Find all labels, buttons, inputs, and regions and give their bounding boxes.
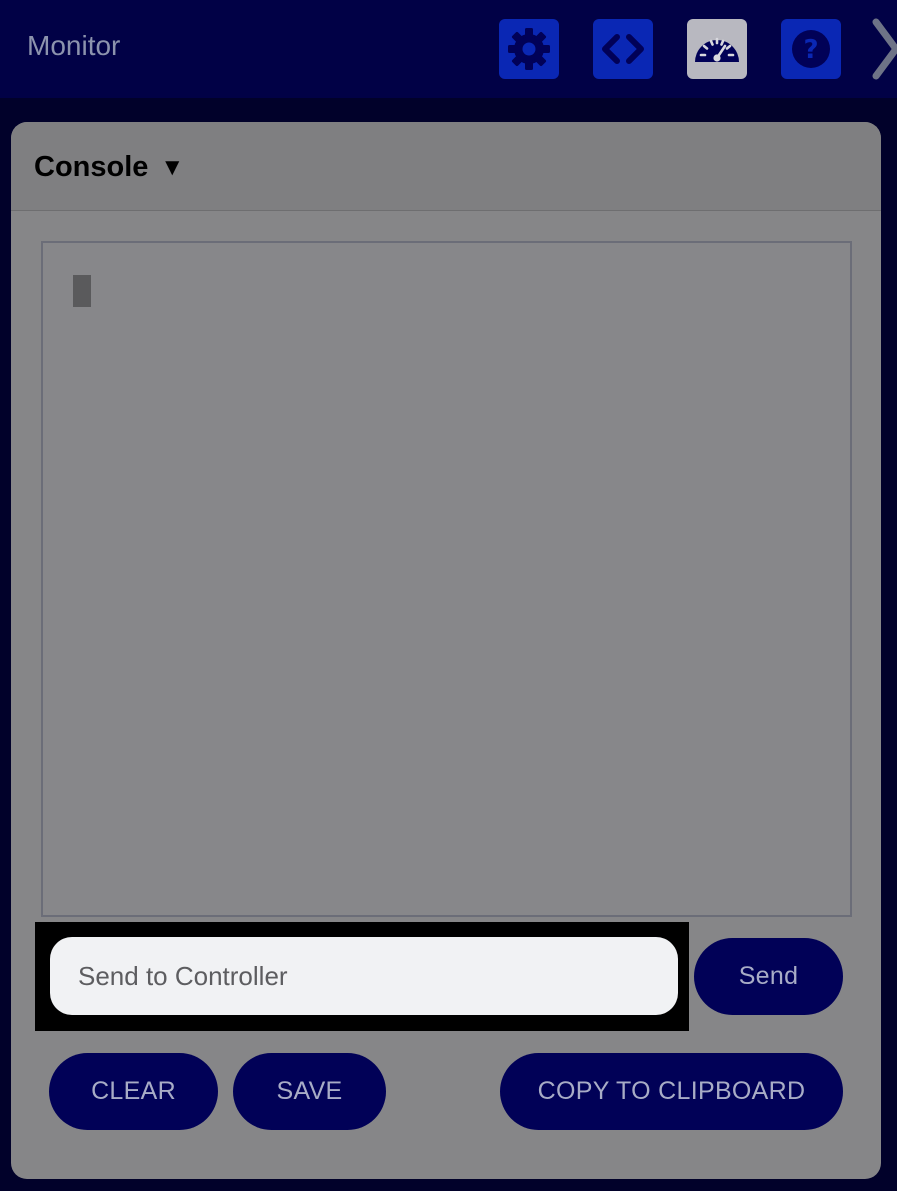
clear-button[interactable]: CLEAR	[49, 1053, 218, 1130]
panel-title: Console	[34, 151, 149, 183]
code-icon	[602, 34, 644, 64]
speedometer-icon	[695, 37, 739, 62]
save-button[interactable]: SAVE	[233, 1053, 386, 1130]
top-bar: Monitor ?	[0, 0, 897, 98]
settings-button[interactable]	[499, 19, 559, 79]
send-to-controller-input[interactable]	[50, 937, 678, 1015]
svg-text:?: ?	[803, 35, 818, 65]
help-icon: ?	[792, 30, 830, 68]
panel-header: Console ▼	[11, 122, 881, 211]
text-cursor	[73, 275, 91, 307]
code-button[interactable]	[593, 19, 653, 79]
help-button[interactable]: ?	[781, 19, 841, 79]
caret-down-icon: ▼	[160, 153, 185, 181]
copy-to-clipboard-button[interactable]: COPY TO CLIPBOARD	[500, 1053, 843, 1130]
app-title: Monitor	[27, 30, 121, 61]
command-input-highlight	[35, 922, 689, 1031]
console-output[interactable]	[41, 241, 852, 917]
console-dropdown[interactable]: Console ▼	[34, 151, 184, 184]
dashboard-button[interactable]	[687, 19, 747, 79]
console-panel: Console ▼ Send CLEAR SAVE COPY TO CLIPBO…	[11, 122, 881, 1179]
send-button[interactable]: Send	[694, 938, 843, 1015]
chevron-right-icon[interactable]	[868, 14, 897, 84]
gear-icon	[508, 28, 550, 70]
